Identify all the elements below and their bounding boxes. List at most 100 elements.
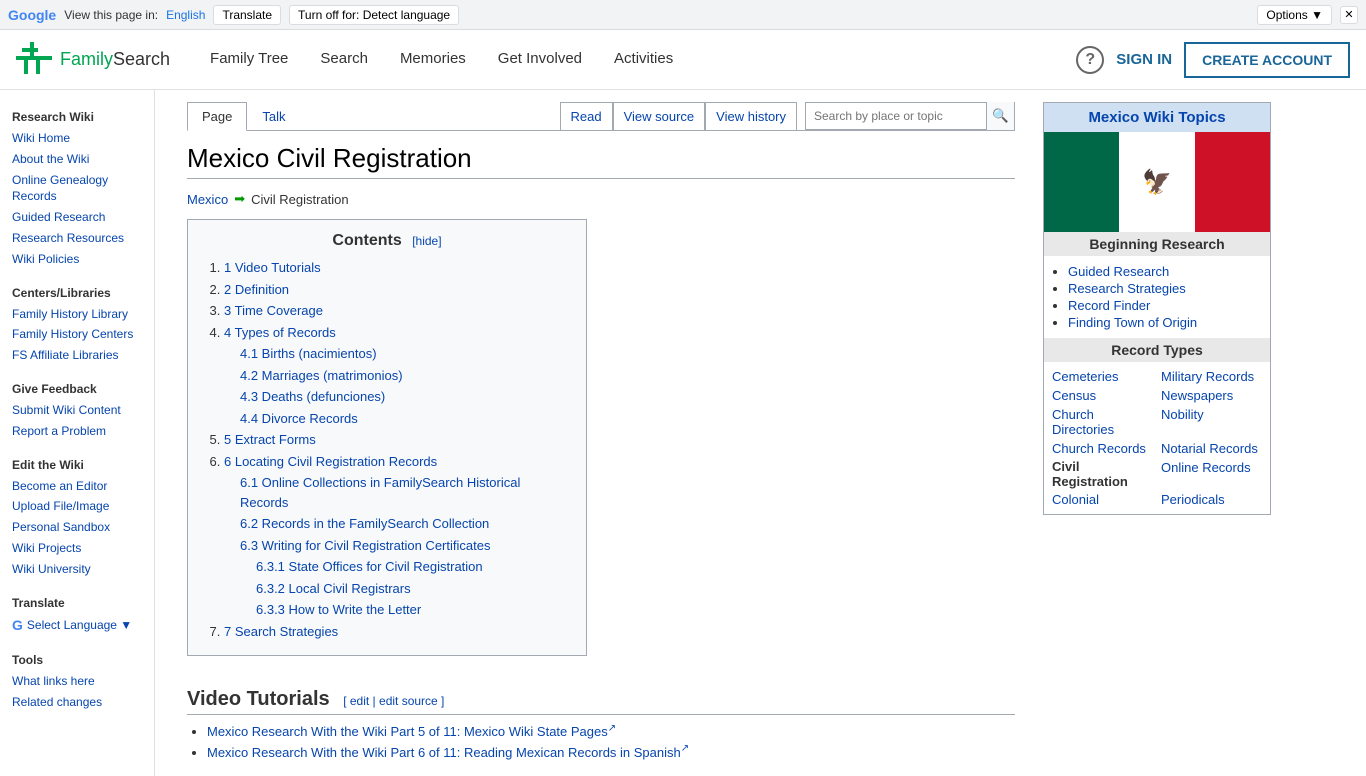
- breadcrumb: Mexico ➡ Civil Registration: [187, 191, 1015, 207]
- tabs-row: Page Talk Read View source View history …: [187, 102, 1015, 130]
- sidebar-section-tools: Tools: [0, 645, 154, 671]
- rt-church-records[interactable]: Church Records: [1052, 440, 1153, 457]
- breadcrumb-link-mexico[interactable]: Mexico: [187, 192, 228, 207]
- rt-church-directories[interactable]: Church Directories: [1052, 406, 1153, 438]
- tab-page[interactable]: Page: [187, 102, 247, 131]
- edit-link[interactable]: edit: [350, 694, 369, 708]
- rt-newspapers[interactable]: Newspapers: [1161, 387, 1262, 404]
- rt-nobility[interactable]: Nobility: [1161, 406, 1262, 438]
- sidebar-section-edit: Edit the Wiki: [0, 450, 154, 476]
- toc-item-2[interactable]: 2 Definition: [224, 282, 289, 297]
- right-record-finder[interactable]: Record Finder: [1068, 298, 1150, 313]
- breadcrumb-arrow-icon: ➡: [234, 191, 245, 207]
- toc-item-5[interactable]: 5 Extract Forms: [224, 432, 316, 447]
- language-link[interactable]: English: [166, 8, 205, 22]
- logo-text: FamilySearch: [60, 49, 170, 70]
- create-account-button[interactable]: CREATE ACCOUNT: [1184, 42, 1350, 78]
- rt-notarial-records[interactable]: Notarial Records: [1161, 440, 1262, 457]
- video-link-1[interactable]: Mexico Research With the Wiki Part 5 of …: [207, 724, 616, 739]
- toc-title: Contents [hide]: [204, 232, 570, 250]
- sidebar-item-online-genealogy[interactable]: Online Genealogy Records: [0, 170, 154, 208]
- nav-search[interactable]: Search: [304, 30, 384, 90]
- toc-item-6-3-2[interactable]: 6.3.2 Local Civil Registrars: [256, 581, 411, 596]
- flag-eagle-icon: 🦅: [1142, 168, 1172, 197]
- toc-item-4-4[interactable]: 4.4 Divorce Records: [240, 411, 358, 426]
- toc-item-6-3-3[interactable]: 6.3.3 How to Write the Letter: [256, 602, 421, 617]
- sidebar-item-fs-affiliate[interactable]: FS Affiliate Libraries: [0, 345, 154, 366]
- sidebar-item-report-problem[interactable]: Report a Problem: [0, 421, 154, 442]
- nav-right: ? SIGN IN CREATE ACCOUNT: [1076, 42, 1350, 78]
- nav-get-involved[interactable]: Get Involved: [482, 30, 598, 90]
- video-link-2[interactable]: Mexico Research With the Wiki Part 6 of …: [207, 745, 689, 760]
- nav-family-tree[interactable]: Family Tree: [194, 30, 304, 90]
- toc-item-4-2[interactable]: 4.2 Marriages (matrimonios): [240, 368, 403, 383]
- sidebar-item-family-history-centers[interactable]: Family History Centers: [0, 324, 154, 345]
- sidebar-item-wiki-projects[interactable]: Wiki Projects: [0, 538, 154, 559]
- tab-view-source[interactable]: View source: [613, 102, 706, 130]
- tab-actions: Read View source View history: [560, 102, 798, 130]
- left-sidebar: Research Wiki Wiki Home About the Wiki O…: [0, 90, 155, 776]
- sidebar-item-sandbox[interactable]: Personal Sandbox: [0, 517, 154, 538]
- toc-item-4-3[interactable]: 4.3 Deaths (defunciones): [240, 389, 385, 404]
- toc-item-4[interactable]: 4 Types of Records: [224, 325, 336, 340]
- toc-item-6-3-1[interactable]: 6.3.1 State Offices for Civil Registrati…: [256, 559, 483, 574]
- right-research-strategies[interactable]: Research Strategies: [1068, 281, 1186, 296]
- toc-item-6-1[interactable]: 6.1 Online Collections in FamilySearch H…: [240, 475, 520, 510]
- wiki-topics-box: Mexico Wiki Topics 🦅 Beginning Research …: [1043, 102, 1271, 515]
- edit-source-link[interactable]: edit source: [379, 694, 438, 708]
- beginning-research-list: Guided Research Research Strategies Reco…: [1044, 256, 1270, 338]
- wiki-topics-title: Mexico Wiki Topics: [1044, 103, 1270, 132]
- rt-cemeteries[interactable]: Cemeteries: [1052, 368, 1153, 385]
- sidebar-item-what-links[interactable]: What links here: [0, 671, 154, 692]
- sidebar-item-wiki-policies[interactable]: Wiki Policies: [0, 249, 154, 270]
- toc-sub-4: 4.1 Births (nacimientos) 4.2 Marriages (…: [240, 344, 570, 428]
- rt-military-records[interactable]: Military Records: [1161, 368, 1262, 385]
- translate-bar: Google View this page in: English Transl…: [0, 0, 1366, 30]
- sidebar-item-family-history-library[interactable]: Family History Library: [0, 304, 154, 325]
- sidebar-section-translate: Translate: [0, 588, 154, 614]
- view-page-text: View this page in:: [64, 8, 158, 22]
- tab-talk[interactable]: Talk: [247, 102, 300, 130]
- tab-read[interactable]: Read: [560, 102, 613, 130]
- rt-census[interactable]: Census: [1052, 387, 1153, 404]
- nav-activities[interactable]: Activities: [598, 30, 689, 90]
- toc-item-6-3[interactable]: 6.3 Writing for Civil Registration Certi…: [240, 538, 490, 553]
- sidebar-item-about[interactable]: About the Wiki: [0, 149, 154, 170]
- logo-link[interactable]: FamilySearch: [16, 42, 170, 78]
- sidebar-item-submit-wiki[interactable]: Submit Wiki Content: [0, 400, 154, 421]
- search-icon: 🔍: [992, 108, 1009, 124]
- rt-periodicals[interactable]: Periodicals: [1161, 491, 1262, 508]
- turn-off-button[interactable]: Turn off for: Detect language: [289, 5, 459, 25]
- toc-item-4-1[interactable]: 4.1 Births (nacimientos): [240, 346, 377, 361]
- sidebar-item-become-editor[interactable]: Become an Editor: [0, 476, 154, 497]
- sidebar-item-guided-research[interactable]: Guided Research: [0, 207, 154, 228]
- nav-memories[interactable]: Memories: [384, 30, 482, 90]
- sidebar-item-related-changes[interactable]: Related changes: [0, 692, 154, 713]
- beginning-research-title: Beginning Research: [1044, 232, 1270, 256]
- toc-item-7[interactable]: 7 Search Strategies: [224, 624, 338, 639]
- toc-item-1[interactable]: 1 Video Tutorials: [224, 260, 321, 275]
- rt-online-records[interactable]: Online Records: [1161, 459, 1262, 489]
- right-guided-research[interactable]: Guided Research: [1068, 264, 1169, 279]
- options-button[interactable]: Options ▼: [1257, 5, 1332, 25]
- search-input[interactable]: [806, 109, 986, 123]
- toc-item-6[interactable]: 6 Locating Civil Registration Records: [224, 454, 437, 469]
- close-button[interactable]: ✕: [1340, 6, 1358, 24]
- main-content-wrapper: Page Talk Read View source View history …: [155, 90, 1366, 776]
- search-button[interactable]: 🔍: [986, 102, 1014, 130]
- sidebar-item-wiki-university[interactable]: Wiki University: [0, 559, 154, 580]
- toc-item-3[interactable]: 3 Time Coverage: [224, 303, 323, 318]
- tab-view-history[interactable]: View history: [705, 102, 797, 130]
- sidebar-item-wiki-home[interactable]: Wiki Home: [0, 128, 154, 149]
- toc-hide-link[interactable]: [hide]: [412, 234, 441, 248]
- translate-button[interactable]: Translate: [213, 5, 281, 25]
- sidebar-section-research-wiki: Research Wiki: [0, 102, 154, 128]
- sign-in-button[interactable]: SIGN IN: [1116, 51, 1172, 68]
- toc-item-6-2[interactable]: 6.2 Records in the FamilySearch Collecti…: [240, 516, 489, 531]
- sidebar-item-upload-file[interactable]: Upload File/Image: [0, 496, 154, 517]
- help-button[interactable]: ?: [1076, 46, 1104, 74]
- right-finding-town[interactable]: Finding Town of Origin: [1068, 315, 1197, 330]
- rt-colonial[interactable]: Colonial: [1052, 491, 1153, 508]
- sidebar-item-select-language[interactable]: G Select Language ▼: [0, 614, 154, 638]
- sidebar-item-research-resources[interactable]: Research Resources: [0, 228, 154, 249]
